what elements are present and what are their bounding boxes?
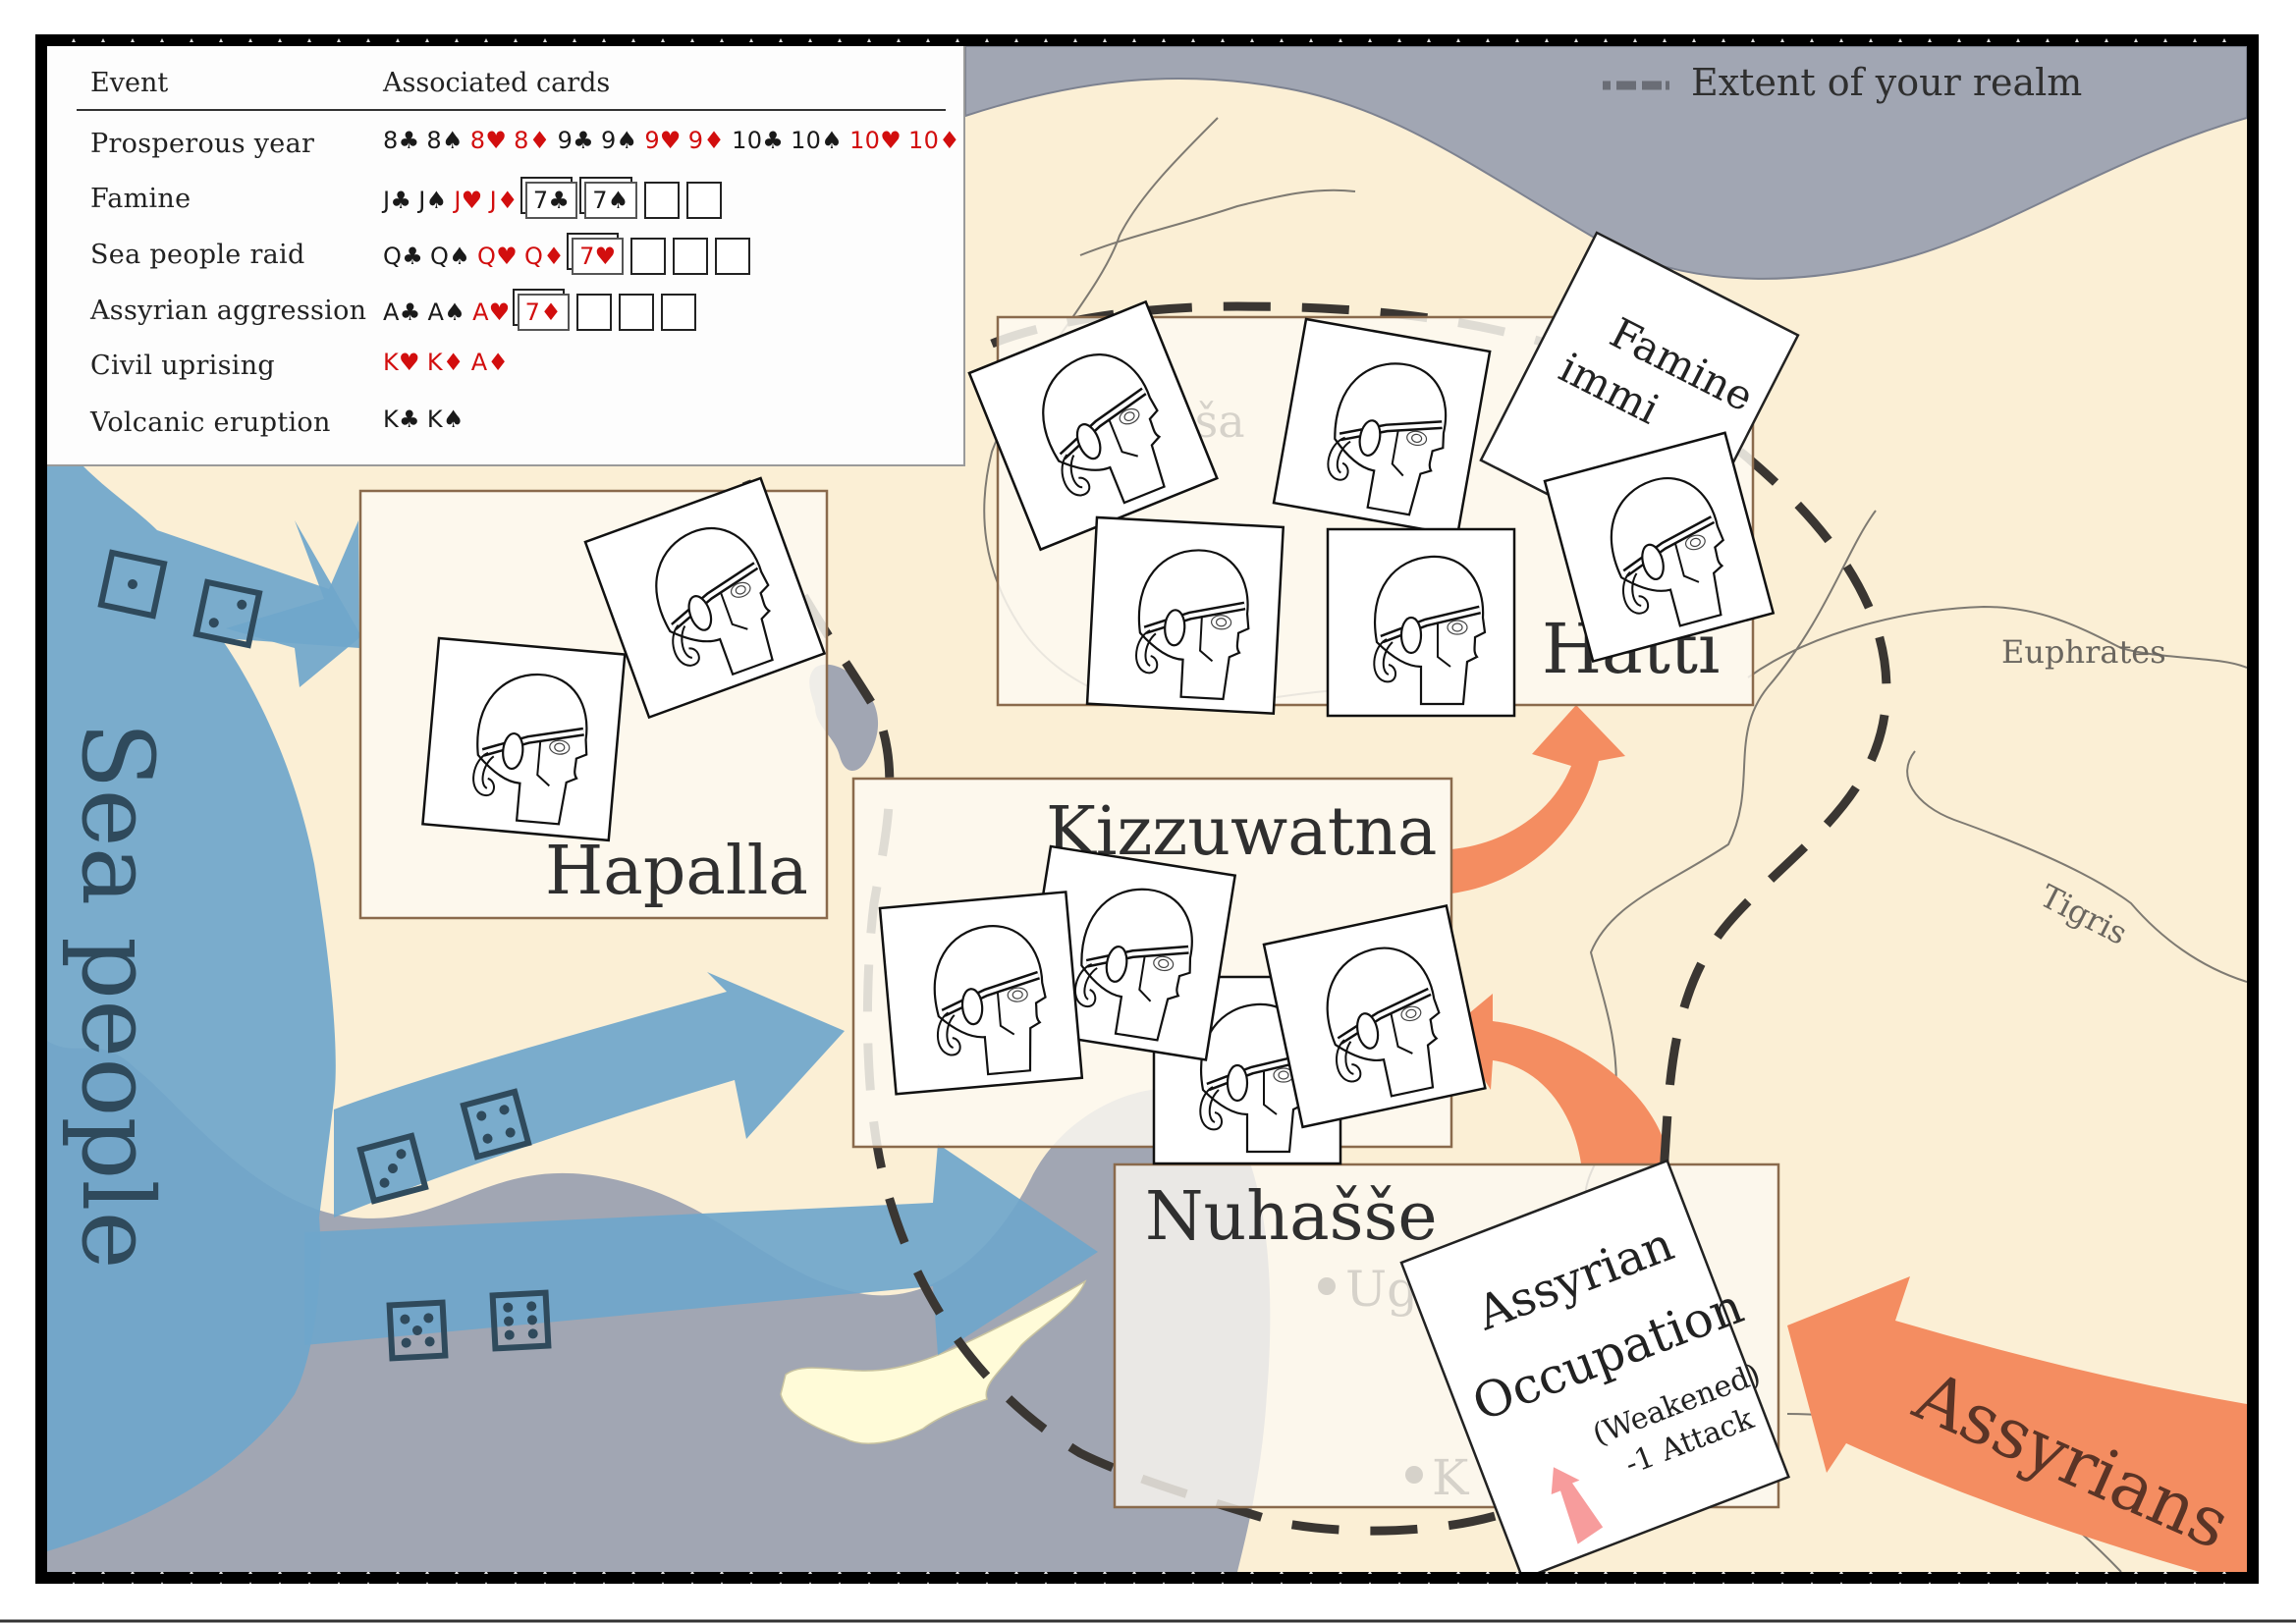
drawn-card-slot: 7♥ bbox=[572, 238, 625, 275]
city-dot-ugarit bbox=[1318, 1277, 1336, 1295]
associated-cards: A♣ A♠ A♥ 7♦ bbox=[383, 294, 697, 331]
army-card[interactable] bbox=[1328, 529, 1514, 716]
card-label: K♥ bbox=[383, 349, 420, 376]
card-label: A♣ bbox=[383, 298, 421, 326]
drawn-card-slot: 7♦ bbox=[517, 294, 571, 331]
frame-bottom bbox=[35, 1572, 2259, 1584]
city-label-kadesh: K bbox=[1432, 1449, 1470, 1506]
card-label: 10♣ bbox=[732, 127, 785, 154]
card-label: 10♥ bbox=[849, 127, 902, 154]
event-table: Event Associated cards Prosperous year 8♣… bbox=[47, 46, 965, 466]
associated-cards: K♥ K♦ A♦ bbox=[383, 349, 509, 376]
empty-card-slot bbox=[643, 182, 680, 219]
table-header-cards: Associated cards bbox=[383, 68, 611, 98]
frame-top bbox=[35, 34, 2259, 46]
table-header-event: Event bbox=[90, 68, 169, 98]
card-label: A♠ bbox=[427, 298, 466, 326]
event-name: Prosperous year bbox=[90, 129, 315, 159]
card-label: 9♣ bbox=[557, 127, 594, 154]
table-row: Famine J♣ J♠ J♥ J♦ 7♣ 7♠ bbox=[47, 180, 963, 219]
drawn-card-slot: 7♣ bbox=[524, 182, 578, 219]
army-card[interactable] bbox=[880, 892, 1082, 1094]
associated-cards: K♣ K♠ bbox=[383, 406, 465, 433]
city-dot-kadesh bbox=[1405, 1466, 1423, 1484]
card-label: Q♥ bbox=[477, 243, 519, 270]
table-row: Sea people raid Q♣ Q♠ Q♥ Q♦ 7♥ bbox=[47, 236, 963, 275]
associated-cards: J♣ J♠ J♥ J♦ 7♣ 7♠ bbox=[383, 182, 722, 219]
frame-right bbox=[2247, 34, 2259, 1584]
event-name: Sea people raid bbox=[90, 240, 305, 270]
empty-card-slot bbox=[673, 238, 709, 275]
card-label: J♦ bbox=[489, 187, 519, 214]
card-label: K♠ bbox=[426, 406, 465, 433]
card-label: 10♠ bbox=[791, 127, 844, 154]
card-label: K♣ bbox=[383, 406, 420, 433]
table-header-rule bbox=[77, 109, 946, 111]
empty-card-slot bbox=[619, 294, 655, 331]
table-row: Volcanic eruption K♣ K♠ bbox=[47, 404, 963, 443]
card-label: J♣ bbox=[383, 187, 412, 214]
table-row: Assyrian aggression A♣ A♠ A♥ 7♦ bbox=[47, 292, 963, 331]
card-label: A♥ bbox=[472, 298, 511, 326]
event-name: Famine bbox=[90, 184, 191, 214]
legend-label: Extent of your realm bbox=[1691, 61, 2082, 104]
frame-left bbox=[35, 34, 47, 1584]
card-label: 10♦ bbox=[908, 127, 960, 154]
river-label-euphrates: Euphrates bbox=[2001, 633, 2166, 671]
drawn-card-slot: 7♠ bbox=[584, 182, 637, 219]
associated-cards: 8♣ 8♠ 8♥ 8♦ 9♣ 9♠ 9♥ 9♦ 10♣ 10♠ 10♥ 10♦ bbox=[383, 127, 960, 154]
card-label: 9♠ bbox=[600, 127, 638, 154]
empty-card-slot bbox=[576, 294, 613, 331]
empty-card-slot bbox=[685, 182, 722, 219]
table-row: Prosperous year 8♣ 8♠ 8♥ 8♦ 9♣ 9♠ 9♥ 9♦ 10♣ 10♠ 10♥… bbox=[47, 125, 963, 164]
card-label: Q♣ bbox=[383, 243, 424, 270]
army-card[interactable] bbox=[1087, 517, 1284, 714]
card-label: A♦ bbox=[470, 349, 510, 376]
card-label: 8♣ bbox=[383, 127, 420, 154]
card-label: K♦ bbox=[426, 349, 465, 376]
table-row: Civil uprising K♥ K♦ A♦ bbox=[47, 347, 963, 386]
card-label: J♠ bbox=[418, 187, 448, 214]
event-name: Civil uprising bbox=[90, 351, 275, 381]
card-label: Q♠ bbox=[430, 243, 471, 270]
empty-card-slot bbox=[661, 294, 697, 331]
card-label: 8♥ bbox=[469, 127, 508, 154]
empty-card-slot bbox=[715, 238, 751, 275]
card-label: 9♥ bbox=[644, 127, 682, 154]
card-label: J♥ bbox=[454, 187, 483, 214]
associated-cards: Q♣ Q♠ Q♥ Q♦ 7♥ bbox=[383, 238, 751, 275]
empty-card-slot bbox=[630, 238, 667, 275]
card-label: Q♦ bbox=[524, 243, 566, 270]
region-label-nuhasse: Nuhašše bbox=[1145, 1178, 1438, 1256]
event-name: Volcanic eruption bbox=[90, 407, 331, 438]
sea-people-label: Sea people bbox=[60, 722, 175, 1270]
card-label: 9♦ bbox=[687, 127, 726, 154]
army-card[interactable] bbox=[1274, 319, 1490, 535]
event-name: Assyrian aggression bbox=[90, 296, 367, 326]
card-label: 8♠ bbox=[426, 127, 464, 154]
army-card[interactable] bbox=[1264, 905, 1485, 1126]
army-card[interactable] bbox=[422, 638, 625, 840]
card-label: 8♦ bbox=[514, 127, 551, 154]
region-label-hapalla: Hapalla bbox=[545, 833, 808, 910]
